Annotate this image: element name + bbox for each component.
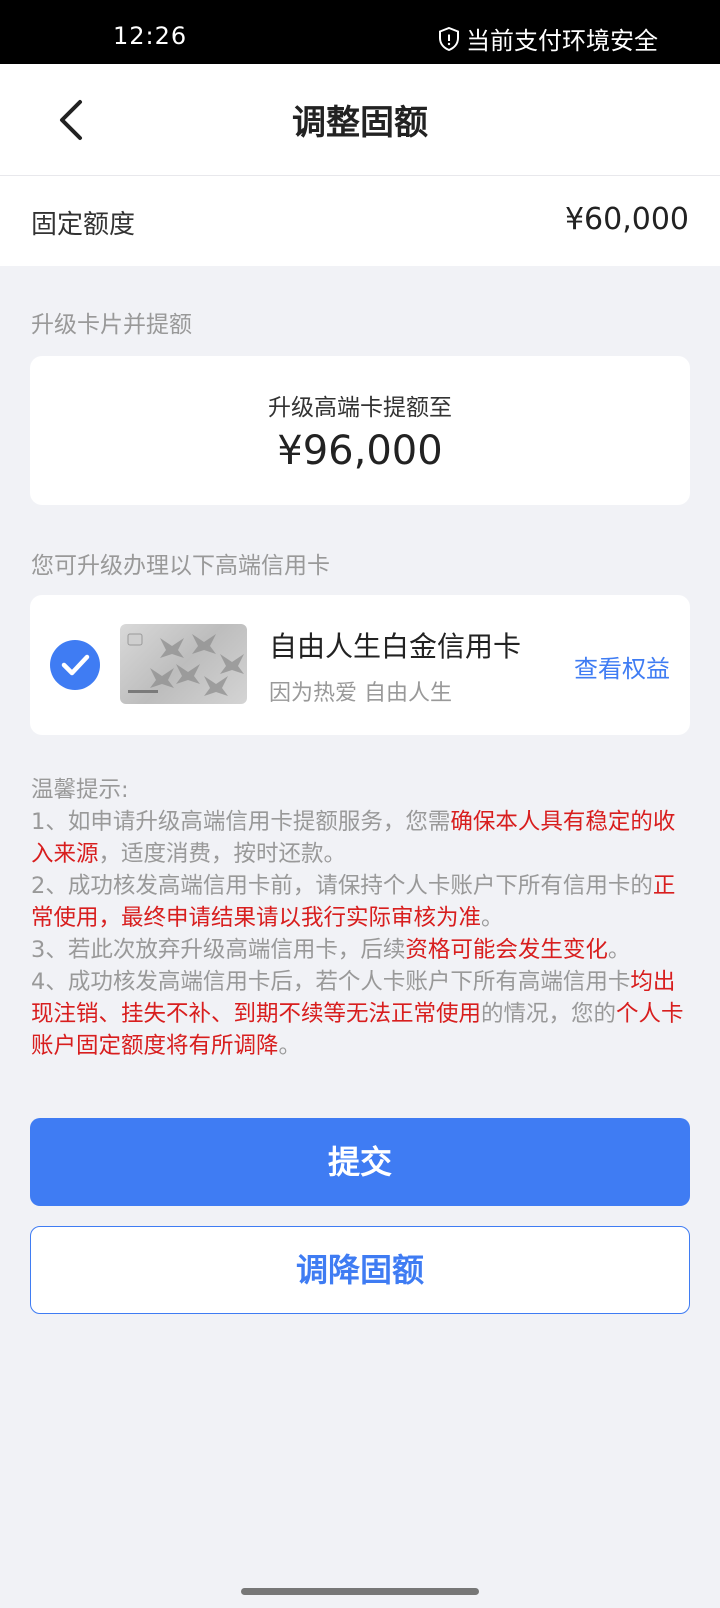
tip-text: 2、成功核发高端信用卡前，请保持个人卡账户下所有信用卡的 bbox=[31, 873, 653, 899]
credit-card-name: 自由人生白金信用卡 bbox=[269, 630, 522, 663]
tip-highlight: 资格可能会发生变化 bbox=[405, 937, 608, 963]
home-indicator[interactable] bbox=[241, 1588, 479, 1595]
fixed-limit-label: 固定额度 bbox=[31, 210, 136, 240]
tip-text: 的情况，您的 bbox=[481, 1001, 617, 1027]
security-text: 当前支付环境安全 bbox=[466, 27, 658, 55]
tip-text: 1、如申请升级高端信用卡提额服务，您需 bbox=[31, 809, 451, 835]
upgrade-section-title: 升级卡片并提额 bbox=[31, 312, 192, 338]
tip-text: 。 bbox=[278, 1033, 302, 1059]
tip-text: 。 bbox=[481, 905, 504, 931]
tip-text: 3、若此次放弃升级高端信用卡，后续 bbox=[31, 937, 406, 963]
tip-text: 。 bbox=[607, 937, 631, 963]
tip-text: ，适度消费，按时还款。 bbox=[98, 841, 347, 867]
tips-title: 温馨提示: bbox=[31, 777, 129, 803]
fixed-limit-value: ¥60,000 bbox=[564, 202, 689, 237]
lower-limit-button[interactable]: 调降固额 bbox=[30, 1226, 690, 1314]
status-bar: 12:26 当前支付环境安全 bbox=[0, 0, 720, 64]
upgrade-limit-panel: 升级高端卡提额至 ¥96,000 bbox=[30, 356, 690, 505]
upgrade-subtitle: 升级高端卡提额至 bbox=[268, 395, 452, 421]
tip-highlight: ， bbox=[98, 905, 122, 931]
tip-highlight: 最终申请结果请以我行实际审核为准 bbox=[121, 905, 482, 931]
credit-card-image bbox=[120, 624, 247, 704]
credit-card-slogan: 因为热爱 自由人生 bbox=[269, 681, 452, 706]
view-benefits-link[interactable]: 查看权益 bbox=[574, 649, 670, 684]
check-circle-icon[interactable] bbox=[50, 640, 100, 690]
tip-3: 3、若此次放弃升级高端信用卡，后续资格可能会发生变化。 bbox=[31, 934, 693, 966]
tip-1: 1、如申请升级高端信用卡提额服务，您需确保本人具有稳定的收入来源，适度消费，按时… bbox=[31, 806, 693, 870]
nav-bar: 调整固额 bbox=[0, 64, 720, 176]
submit-button[interactable]: 提交 bbox=[30, 1118, 690, 1206]
tip-2: 2、成功核发高端信用卡前，请保持个人卡账户下所有信用卡的正常使用，最终申请结果请… bbox=[31, 870, 693, 934]
security-status: 当前支付环境安全 bbox=[438, 21, 658, 56]
shield-icon bbox=[439, 26, 459, 51]
upgrade-amount: ¥96,000 bbox=[277, 428, 443, 474]
tip-4: 4、成功核发高端信用卡后，若个人卡账户下所有高端信用卡均出现注销、挂失不补、到期… bbox=[31, 966, 693, 1062]
fixed-limit-row: 固定额度 ¥60,000 bbox=[0, 176, 720, 266]
cards-section-title: 您可升级办理以下高端信用卡 bbox=[31, 553, 330, 579]
status-time: 12:26 bbox=[113, 22, 188, 50]
page-title: 调整固额 bbox=[292, 103, 428, 143]
credit-card-option[interactable]: 自由人生白金信用卡 因为热爱 自由人生 查看权益 bbox=[30, 595, 690, 735]
tip-text: 4、成功核发高端信用卡后，若个人卡账户下所有高端信用卡 bbox=[31, 969, 631, 995]
tips-section: 温馨提示: 1、如申请升级高端信用卡提额服务，您需确保本人具有稳定的收入来源，适… bbox=[31, 774, 693, 1062]
